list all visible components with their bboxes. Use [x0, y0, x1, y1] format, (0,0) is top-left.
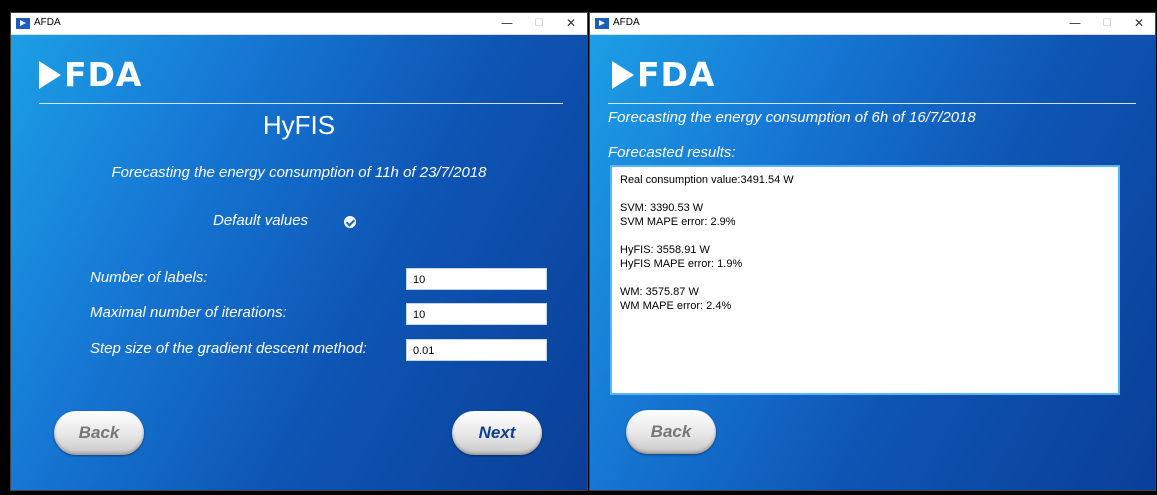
divider — [608, 103, 1136, 104]
minimize-icon[interactable]: — — [1059, 13, 1091, 34]
main-panel: FDA HyFIS Forecasting the energy consump… — [11, 35, 587, 490]
minimize-icon[interactable]: — — [491, 13, 523, 34]
step-size-input[interactable]: 0.01 — [406, 339, 547, 361]
main-panel: FDA Forecasting the energy consumption o… — [590, 35, 1155, 490]
window-title: AFDA — [34, 17, 61, 28]
number-of-labels-label: Number of labels: — [90, 269, 208, 286]
page-title: HyFIS — [262, 110, 336, 140]
maximize-icon[interactable]: ☐ — [1091, 13, 1123, 34]
app-logo-icon — [16, 18, 30, 29]
divider — [39, 103, 563, 104]
number-of-labels-input[interactable]: 10 — [406, 268, 547, 290]
results-label: Forecasted results: — [608, 144, 736, 161]
window-title: AFDA — [613, 17, 640, 28]
back-button[interactable]: Back — [54, 411, 144, 455]
results-textarea[interactable]: Real consumption value:3491.54 W SVM: 33… — [610, 165, 1120, 395]
max-iterations-input[interactable]: 10 — [406, 303, 547, 325]
title-bar[interactable]: AFDA — ☐ ✕ — [590, 13, 1155, 35]
hyfis-parameters-window: AFDA — ☐ ✕ FDA HyFIS Forecasting the ene… — [10, 12, 588, 491]
close-icon[interactable]: ✕ — [1123, 13, 1155, 34]
forecast-subtitle: Forecasting the energy consumption of 11… — [111, 164, 487, 181]
hyfis-error-line: HyFIS MAPE error: 1.9% — [620, 258, 743, 270]
app-logo-icon — [595, 18, 609, 29]
logo-arrow-icon — [39, 60, 61, 89]
fda-logo: FDA — [612, 57, 715, 93]
svm-error-line: SVM MAPE error: 2.9% — [620, 216, 736, 228]
wm-error-line: WM MAPE error: 2.4% — [620, 300, 732, 312]
wm-value-line: WM: 3575.87 W — [620, 286, 699, 298]
results-window: AFDA — ☐ ✕ FDA Forecasting the energy co… — [589, 12, 1156, 491]
next-button[interactable]: Next — [452, 411, 542, 455]
svm-value-line: SVM: 3390.53 W — [620, 202, 704, 214]
default-values-label: Default values — [213, 212, 309, 229]
maximize-icon[interactable]: ☐ — [523, 13, 555, 34]
logo-text: FDA — [64, 55, 143, 94]
title-bar[interactable]: AFDA — ☐ ✕ — [11, 13, 587, 35]
fda-logo: FDA — [39, 57, 142, 93]
logo-arrow-icon — [612, 60, 634, 89]
close-icon[interactable]: ✕ — [555, 13, 587, 34]
step-size-label: Step size of the gradient descent method… — [90, 340, 367, 357]
logo-text: FDA — [637, 55, 716, 94]
back-button[interactable]: Back — [626, 410, 716, 454]
forecast-subtitle: Forecasting the energy consumption of 6h… — [608, 109, 976, 126]
hyfis-value-line: HyFIS: 3558.91 W — [620, 244, 710, 256]
max-iterations-label: Maximal number of iterations: — [90, 304, 287, 321]
real-consumption-line: Real consumption value:3491.54 W — [620, 174, 794, 186]
default-values-checkbox[interactable] — [344, 216, 356, 228]
